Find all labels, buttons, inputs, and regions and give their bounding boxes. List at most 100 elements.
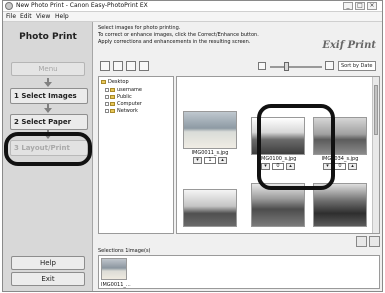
app-window: New Photo Print - Canon Easy-PhotoPrint … [2, 0, 383, 292]
expand-icon[interactable] [105, 101, 109, 106]
thumbnail-item[interactable] [251, 183, 305, 227]
selections-area: IMG0011_... [98, 255, 380, 289]
thumbnail-item[interactable] [183, 189, 237, 227]
correct-enhance-icon[interactable] [126, 61, 136, 71]
thumbnail-item[interactable]: IMG0034_s.jpg ▾ 0 ▴ [313, 117, 367, 170]
increase-icon[interactable]: ▴ [348, 163, 357, 170]
photo-image[interactable] [251, 183, 305, 227]
photo-image[interactable] [251, 117, 305, 155]
main-area: Select images for photo printing. To cor… [94, 22, 382, 291]
deselect-icon[interactable] [356, 236, 367, 247]
thumbnail-name: IMG0011_s.jpg [191, 150, 229, 156]
quantity-stepper[interactable]: ▾ 0 ▴ [323, 163, 357, 170]
instruction-line: Select images for photo printing. [98, 25, 181, 31]
expand-icon[interactable] [105, 87, 109, 92]
thumbnail-item[interactable] [313, 183, 367, 227]
quantity-value[interactable]: 0 [334, 163, 346, 170]
increase-icon[interactable]: ▴ [218, 157, 227, 164]
select-all-icon[interactable] [369, 236, 380, 247]
step-label: Layout/Print [21, 144, 70, 152]
selections-label: Selections 1image(s) [98, 248, 151, 254]
expand-icon[interactable] [105, 108, 109, 113]
panel-title: Photo Print [19, 32, 77, 42]
thumbnail-name: IMG0034_s.jpg [321, 156, 359, 162]
flow-arrow-icon [44, 82, 52, 87]
zoom-slider-track[interactable] [270, 66, 322, 68]
tree-item-desktop[interactable]: Desktop [101, 79, 129, 85]
photo-image[interactable] [313, 117, 367, 155]
folder-icon [101, 79, 106, 84]
folder-icon [110, 101, 115, 106]
step-number: 3 [14, 144, 19, 152]
exit-button[interactable]: Exit [11, 272, 85, 286]
tree-label: Network [117, 108, 138, 114]
sort-select[interactable]: Sort by Date [338, 61, 376, 71]
maximize-button[interactable]: □ [355, 2, 365, 10]
vertical-scrollbar[interactable] [372, 77, 379, 233]
tree-label: Desktop [108, 79, 129, 85]
increase-icon[interactable]: ▴ [286, 163, 295, 170]
zoom-in-icon[interactable] [325, 61, 334, 70]
app-icon [5, 2, 13, 10]
photo-image[interactable] [183, 111, 237, 149]
thumbnail-name: IMG0100_s.jpg [259, 156, 297, 162]
decrease-icon[interactable]: ▾ [193, 157, 202, 164]
step-select-paper[interactable]: 2 Select Paper [10, 114, 88, 130]
selection-thumbnail[interactable] [101, 258, 127, 280]
step-number: 1 [14, 92, 19, 100]
decrease-icon[interactable]: ▾ [261, 163, 270, 170]
decrease-icon[interactable]: ▾ [323, 163, 332, 170]
folder-icon [110, 94, 115, 99]
folder-icon [110, 87, 115, 92]
tree-label: username [117, 87, 142, 93]
view-list-icon[interactable] [100, 61, 110, 71]
step-number: 2 [14, 118, 19, 126]
tree-item-public[interactable]: Public [105, 94, 132, 100]
menu-view[interactable]: View [36, 13, 50, 20]
exif-print-logo: Exif Print [322, 40, 376, 51]
help-button[interactable]: Help [11, 256, 85, 270]
tree-item-username[interactable]: username [105, 87, 142, 93]
quantity-value[interactable]: 0 [272, 163, 284, 170]
flow-arrow-icon [44, 108, 52, 113]
close-button[interactable]: × [367, 2, 377, 10]
zoom-out-icon[interactable] [258, 62, 266, 70]
photo-image[interactable] [313, 183, 367, 227]
view-grid-icon[interactable] [113, 61, 123, 71]
zoom-slider-thumb[interactable] [284, 62, 289, 71]
quantity-stepper[interactable]: ▾ 0 ▴ [261, 163, 295, 170]
folder-tree[interactable]: Desktop username Public Computer Network [98, 76, 174, 234]
step-panel: Photo Print Menu 1 Select Images 2 Selec… [3, 22, 93, 291]
step-select-images[interactable]: 1 Select Images [10, 88, 88, 104]
scrollbar-thumb[interactable] [374, 85, 378, 135]
instruction-line: Apply corrections and enhancements in th… [98, 39, 251, 45]
menu-file[interactable]: File [6, 13, 16, 20]
selection-tools [354, 236, 382, 248]
toolbar: Sort by Date [98, 60, 380, 74]
menu-edit[interactable]: Edit [20, 13, 32, 20]
flow-arrow-icon [44, 134, 52, 139]
thumbnail-item[interactable]: IMG0011_s.jpg ▾ 1 ▴ [183, 111, 237, 164]
tree-item-network[interactable]: Network [105, 108, 138, 114]
tree-label: Computer [117, 101, 142, 107]
expand-icon[interactable] [105, 94, 109, 99]
menu-help[interactable]: Help [55, 13, 69, 20]
tree-label: Public [117, 94, 132, 100]
quantity-stepper[interactable]: ▾ 1 ▴ [193, 157, 227, 164]
minimize-button[interactable]: _ [343, 2, 353, 10]
step-label: Select Images [21, 92, 77, 100]
step-label: Select Paper [21, 118, 72, 126]
selection-name: IMG0011_... [101, 282, 131, 288]
thumbnail-item[interactable]: IMG0100_s.jpg ▾ 0 ▴ [251, 117, 305, 170]
quantity-value[interactable]: 1 [204, 157, 216, 164]
photo-image[interactable] [183, 189, 237, 227]
tree-item-computer[interactable]: Computer [105, 101, 142, 107]
instruction-line: To correct or enhance images, click the … [98, 32, 259, 38]
photo-tool-icon[interactable] [139, 61, 149, 71]
instructions: Select images for photo printing. To cor… [98, 25, 318, 46]
menu-bar: File Edit View Help [3, 12, 382, 22]
sort-label: Sort by Date [341, 63, 373, 69]
step-layout-print[interactable]: 3 Layout/Print [10, 140, 88, 156]
menu-button[interactable]: Menu [11, 62, 85, 76]
folder-icon [110, 108, 115, 113]
